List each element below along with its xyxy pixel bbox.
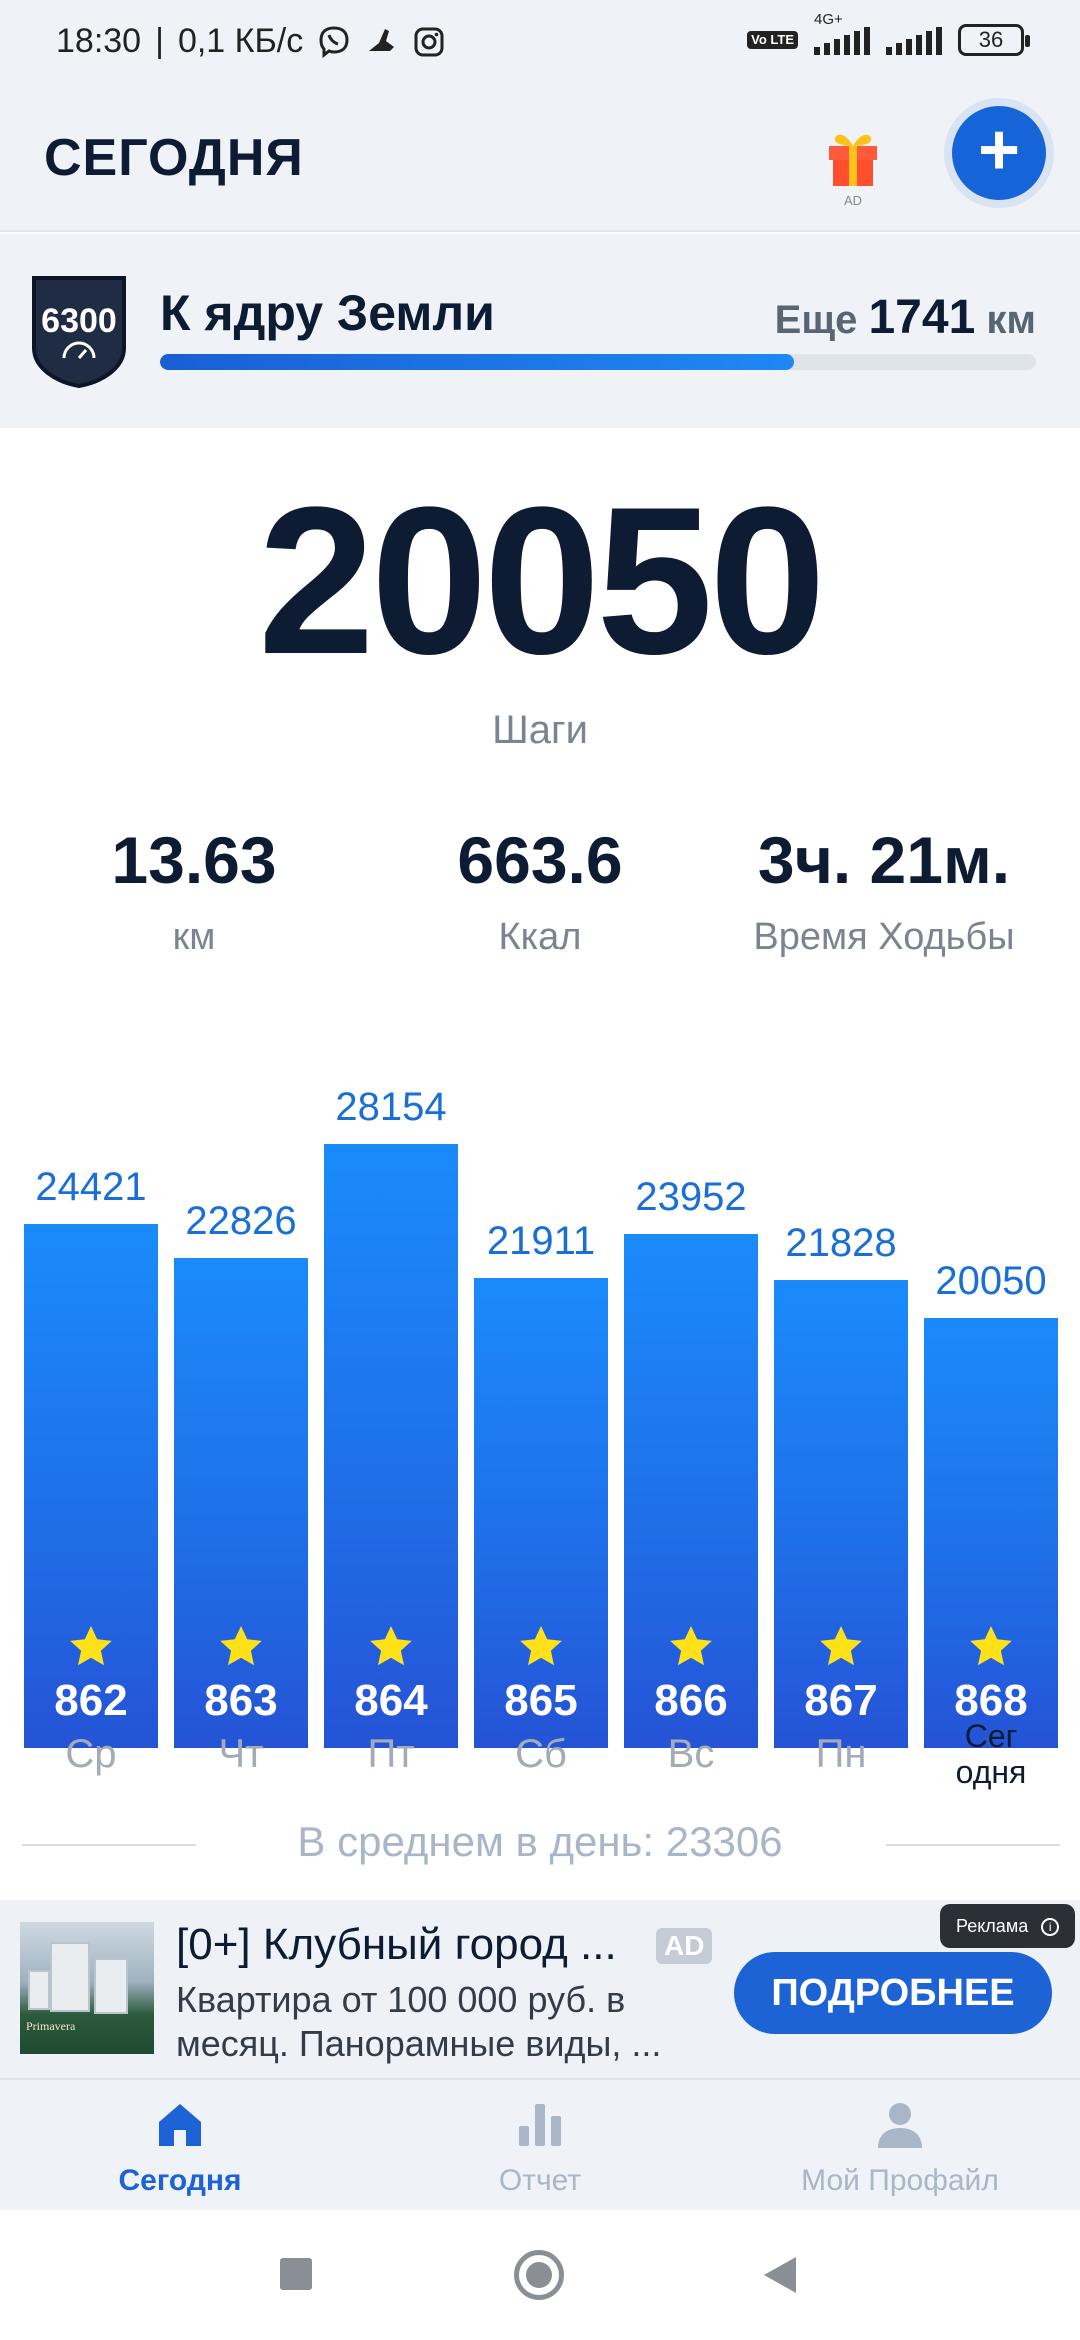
- page-title: СЕГОДНЯ: [44, 129, 304, 187]
- day-label: Сб: [515, 1732, 567, 1776]
- nav-label-report: Отчет: [498, 2164, 582, 2197]
- day-label: Пт: [367, 1732, 415, 1776]
- star-icon: [818, 1624, 864, 1670]
- ad-info-tag[interactable]: Реклама i: [940, 1904, 1076, 1948]
- status-speed: 0,1 КБ/с: [177, 22, 304, 60]
- network-type: 4G+: [814, 11, 843, 28]
- bar-chart-icon: [519, 2104, 561, 2146]
- bar-day-number: 867: [804, 1676, 878, 1725]
- walk-time-stat: 3ч. 21м. Время Ходьбы: [704, 822, 1064, 959]
- calories-value: 663.6: [457, 823, 623, 897]
- day-label: Пн: [815, 1732, 867, 1776]
- gift-ad-label: AD: [843, 193, 863, 208]
- info-icon: i: [1041, 1918, 1060, 1937]
- challenge-progress-fill: [160, 354, 795, 370]
- nav-item-profile[interactable]: Мой Профайл: [720, 2080, 1080, 2212]
- bottom-nav: Сегодня Отчет Мой Профайл: [0, 2078, 1080, 2210]
- steps-label: Шаги: [492, 708, 588, 752]
- bar-day-number: 863: [204, 1676, 278, 1725]
- bar-column[interactable]: 23952 866 Вс: [624, 1030, 758, 1800]
- day-label: Вс: [667, 1732, 715, 1776]
- status-right: Vo LTE 4G+ 36: [747, 11, 1030, 56]
- gift-icon[interactable]: AD: [826, 126, 880, 208]
- calories-stat: 663.6 Ккал: [360, 822, 720, 959]
- bar-day-number: 865: [504, 1676, 578, 1725]
- shoe-icon: [369, 28, 395, 51]
- bar-day-number: 866: [654, 1676, 728, 1725]
- bar-column[interactable]: 24421 862 Ср: [24, 1030, 158, 1800]
- calories-unit: Ккал: [498, 916, 582, 958]
- weekly-steps-chart: 24421 862 Ср 22826 863 Чт 28154 864 Пт 21911 865 Сб…: [0, 1030, 1080, 1800]
- bar-value-label: 21911: [486, 1219, 596, 1263]
- profile-icon: [878, 2103, 922, 2148]
- bar-value-label: 22826: [185, 1199, 297, 1243]
- volte-icon: Vo LTE: [747, 31, 798, 49]
- bar[interactable]: [174, 1258, 308, 1748]
- app-header: СЕГОДНЯ AD +: [0, 92, 1080, 232]
- bar-column[interactable]: 28154 864 Пт: [324, 1030, 458, 1800]
- nav-label-today: Сегодня: [118, 2164, 242, 2197]
- badge-number: 6300: [41, 302, 117, 340]
- signal-icon: [814, 25, 870, 55]
- ad-description[interactable]: Квартира от 100 000 руб. в месяц. Панора…: [176, 1978, 716, 2066]
- star-icon: [368, 1624, 414, 1670]
- bar-value-label: 21828: [785, 1221, 897, 1265]
- ad-more-button[interactable]: ПОДРОБНЕЕ: [734, 1952, 1052, 2034]
- instagram-icon: [414, 27, 444, 56]
- walk-time-label: Время Ходьбы: [753, 916, 1015, 958]
- bar-column[interactable]: 21828 867 Пн: [774, 1030, 908, 1800]
- status-time: 18:30: [56, 22, 142, 60]
- challenge-progress-bar: [160, 354, 1036, 370]
- bar-day-number: 862: [54, 1676, 128, 1725]
- star-icon: [218, 1624, 264, 1670]
- star-icon: [68, 1624, 114, 1670]
- nav-item-report[interactable]: Отчет: [360, 2080, 720, 2212]
- star-icon: [518, 1624, 564, 1670]
- day-label: Сег одня: [955, 1718, 1027, 1790]
- bar-value-label: 23952: [635, 1175, 747, 1219]
- nav-label-profile: Мой Профайл: [801, 2164, 999, 2197]
- bar-value-label: 28154: [335, 1085, 447, 1129]
- distance-value: 13.63: [111, 823, 277, 897]
- bar-column[interactable]: 20050 868 Сег одня: [924, 1030, 1058, 1800]
- challenge-remaining: Еще 1741 км: [774, 291, 1036, 344]
- status-bar: 18:30 | 0,1 КБ/с Vo LTE 4G+ 36: [0, 0, 1080, 92]
- ad-banner[interactable]: Primavera [0+] Клубный город ... AD Квар…: [0, 1900, 1080, 2078]
- ad-image-brand: Primavera: [26, 2019, 76, 2033]
- nav-item-today[interactable]: Сегодня: [0, 2080, 360, 2212]
- challenge-title: К ядру Земли: [160, 285, 495, 341]
- signal-2-icon: [886, 25, 942, 55]
- status-left: 18:30 | 0,1 КБ/с: [56, 22, 445, 61]
- battery-icon: 36: [958, 24, 1030, 56]
- steps-count: 20050: [258, 463, 826, 698]
- back-button[interactable]: [760, 2254, 800, 2296]
- add-button[interactable]: +: [952, 106, 1046, 200]
- bar-column[interactable]: 22826 863 Чт: [174, 1030, 308, 1800]
- remaining-value: 1741: [868, 291, 976, 344]
- day-label: Чт: [218, 1732, 264, 1776]
- challenge-badge: 6300: [26, 272, 132, 390]
- bar-value-label: 24421: [35, 1165, 147, 1209]
- walk-time-value: 3ч. 21м.: [757, 823, 1011, 897]
- bar[interactable]: [624, 1234, 758, 1748]
- home-button[interactable]: [514, 2250, 564, 2300]
- recent-apps-button[interactable]: [280, 2258, 312, 2290]
- bar-day-number: 864: [354, 1676, 428, 1725]
- bar-column[interactable]: 21911 865 Сб: [474, 1030, 608, 1800]
- ad-title[interactable]: [0+] Клубный город ...: [176, 1920, 617, 1970]
- star-icon: [668, 1624, 714, 1670]
- distance-unit: км: [172, 916, 216, 958]
- average-per-day: В среднем в день: 23306: [297, 1818, 783, 1865]
- home-icon: [159, 2104, 201, 2146]
- distance-stat: 13.63 км: [14, 822, 374, 959]
- day-label: Ср: [65, 1732, 117, 1776]
- star-icon: [968, 1624, 1014, 1670]
- viber-icon: [319, 25, 349, 58]
- system-nav-bar: [0, 2210, 1080, 2340]
- bar-value-label: 20050: [935, 1259, 1047, 1303]
- challenge-card[interactable]: 6300 К ядру Земли Еще 1741 км: [0, 234, 1080, 428]
- ad-chip: AD: [656, 1928, 713, 1964]
- ad-image[interactable]: Primavera: [20, 1922, 154, 2054]
